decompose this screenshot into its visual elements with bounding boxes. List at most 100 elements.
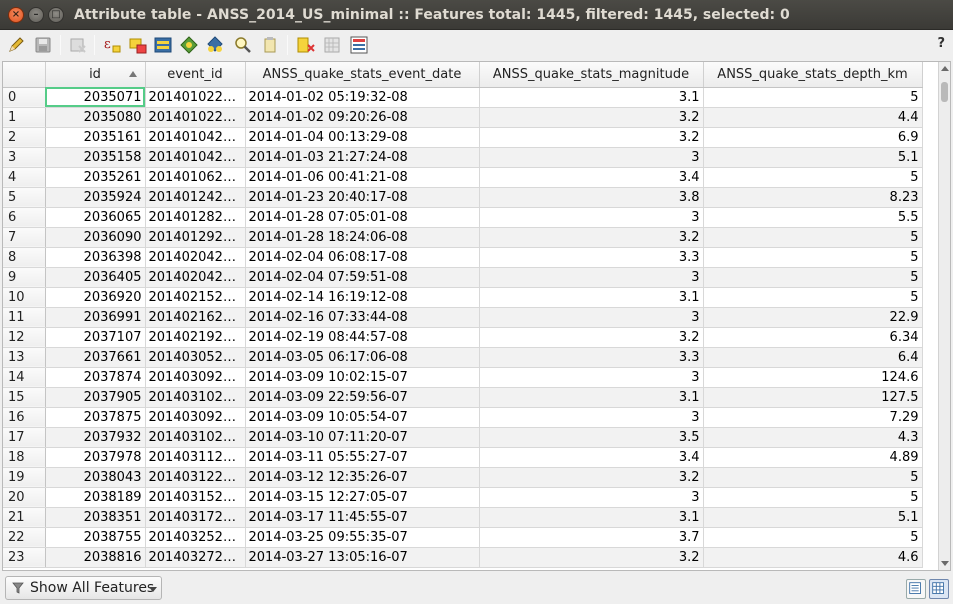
cell-magnitude[interactable]: 3.1 — [479, 87, 704, 108]
cell-depth[interactable]: 5 — [703, 87, 923, 108]
row-header[interactable]: 0 — [3, 87, 46, 108]
cell-event-date[interactable]: 2014-01-04 00:13:29-08 — [245, 127, 480, 148]
cell-event-id[interactable]: 201403152… — [145, 487, 246, 508]
help-button[interactable]: ? — [937, 36, 945, 51]
cell-magnitude[interactable]: 3.1 — [479, 287, 704, 308]
table-row[interactable]: 17 2037932 201403102… 2014-03-10 07:11:20-0… — [3, 427, 923, 448]
cell-magnitude[interactable]: 3.2 — [479, 127, 704, 148]
row-header[interactable]: 5 — [3, 187, 46, 208]
zoom-to-selected-icon[interactable] — [233, 35, 253, 55]
cell-depth[interactable]: 4.89 — [703, 447, 923, 468]
cell-event-id[interactable]: 201403092… — [145, 407, 246, 428]
cell-depth[interactable]: 5 — [703, 267, 923, 288]
delete-column-icon[interactable] — [296, 35, 316, 55]
cell-event-id[interactable]: 201403172… — [145, 507, 246, 528]
save-edits-icon[interactable] — [33, 35, 53, 55]
cell-event-id[interactable]: 201401242… — [145, 187, 246, 208]
table-row[interactable]: 21 2038351 201403172… 2014-03-17 11:45:55-0… — [3, 507, 923, 528]
cell-id[interactable]: 2038816 — [45, 547, 146, 568]
column-header-magnitude[interactable]: ANSS_quake_stats_magnitude — [479, 62, 704, 88]
cell-id[interactable]: 2037874 — [45, 367, 146, 388]
form-view-button[interactable] — [906, 579, 926, 599]
cell-event-id[interactable]: 201403092… — [145, 367, 246, 388]
table-view-button[interactable] — [929, 579, 949, 599]
table-row[interactable]: 22 2038755 201403252… 2014-03-25 09:55:35-0… — [3, 527, 923, 548]
cell-magnitude[interactable]: 3 — [479, 267, 704, 288]
cell-depth[interactable]: 8.23 — [703, 187, 923, 208]
cell-event-date[interactable]: 2014-03-09 22:59:56-07 — [245, 387, 480, 408]
scroll-up-icon[interactable] — [941, 66, 949, 71]
cell-event-id[interactable]: 201403272… — [145, 547, 246, 568]
table-row[interactable]: 5 2035924 201401242… 2014-01-23 20:40:17-08… — [3, 187, 923, 208]
cell-id[interactable]: 2038351 — [45, 507, 146, 528]
scroll-thumb[interactable] — [941, 82, 948, 102]
cell-depth[interactable]: 7.29 — [703, 407, 923, 428]
cell-depth[interactable]: 4.3 — [703, 427, 923, 448]
table-row[interactable]: 1 2035080 201401022… 2014-01-02 09:20:26-08… — [3, 107, 923, 128]
invert-selection-icon[interactable] — [153, 35, 173, 55]
cell-depth[interactable]: 5.5 — [703, 207, 923, 228]
cell-event-date[interactable]: 2014-03-09 10:05:54-07 — [245, 407, 480, 428]
row-header[interactable]: 18 — [3, 447, 46, 468]
table-row[interactable]: 19 2038043 201403122… 2014-03-12 12:35:26-0… — [3, 467, 923, 488]
scroll-down-icon[interactable] — [941, 561, 949, 566]
table-row[interactable]: 11 2036991 201402162… 2014-02-16 07:33:44-0… — [3, 307, 923, 328]
cell-event-date[interactable]: 2014-03-12 12:35:26-07 — [245, 467, 480, 488]
table-row[interactable]: 23 2038816 201403272… 2014-03-27 13:05:16-0… — [3, 547, 923, 568]
table-row[interactable]: 13 2037661 201403052… 2014-03-05 06:17:06-0… — [3, 347, 923, 368]
row-header[interactable]: 2 — [3, 127, 46, 148]
table-row[interactable]: 10 2036920 201402152… 2014-02-14 16:19:12-0… — [3, 287, 923, 308]
cell-event-id[interactable]: 201402042… — [145, 267, 246, 288]
row-header[interactable]: 10 — [3, 287, 46, 308]
cell-magnitude[interactable]: 3.5 — [479, 427, 704, 448]
table-row[interactable]: 2 2035161 201401042… 2014-01-04 00:13:29-08… — [3, 127, 923, 148]
cell-magnitude[interactable]: 3.2 — [479, 327, 704, 348]
row-header[interactable]: 11 — [3, 307, 46, 328]
cell-event-date[interactable]: 2014-01-23 20:40:17-08 — [245, 187, 480, 208]
cell-magnitude[interactable]: 3.4 — [479, 447, 704, 468]
cell-event-date[interactable]: 2014-03-09 10:02:15-07 — [245, 367, 480, 388]
table-row[interactable]: 6 2036065 201401282… 2014-01-28 07:05:01-08… — [3, 207, 923, 228]
cell-event-id[interactable]: 201401282… — [145, 207, 246, 228]
cell-depth[interactable]: 5 — [703, 527, 923, 548]
cell-id[interactable]: 2035071 — [45, 87, 146, 108]
cell-id[interactable]: 2035158 — [45, 147, 146, 168]
table-row[interactable]: 18 2037978 201403112… 2014-03-11 05:55:27-0… — [3, 447, 923, 468]
cell-magnitude[interactable]: 3 — [479, 147, 704, 168]
cell-magnitude[interactable]: 3 — [479, 367, 704, 388]
cell-depth[interactable]: 6.9 — [703, 127, 923, 148]
cell-event-id[interactable]: 201401042… — [145, 147, 246, 168]
cell-magnitude[interactable]: 3.4 — [479, 167, 704, 188]
cell-event-date[interactable]: 2014-03-05 06:17:06-08 — [245, 347, 480, 368]
cell-id[interactable]: 2037978 — [45, 447, 146, 468]
cell-magnitude[interactable]: 3.7 — [479, 527, 704, 548]
cell-depth[interactable]: 5 — [703, 227, 923, 248]
cell-event-date[interactable]: 2014-02-04 06:08:17-08 — [245, 247, 480, 268]
row-header[interactable]: 23 — [3, 547, 46, 568]
cell-magnitude[interactable]: 3.3 — [479, 347, 704, 368]
table-row[interactable]: 12 2037107 201402192… 2014-02-19 08:44:57-0… — [3, 327, 923, 348]
cell-depth[interactable]: 5.1 — [703, 507, 923, 528]
cell-event-id[interactable]: 201401292… — [145, 227, 246, 248]
cell-depth[interactable]: 127.5 — [703, 387, 923, 408]
row-header[interactable]: 17 — [3, 427, 46, 448]
table-row[interactable]: 0 2035071 201401022… 2014-01-02 05:19:32-08… — [3, 87, 923, 108]
vertical-scrollbar[interactable] — [938, 62, 950, 570]
field-calculator-icon[interactable] — [349, 35, 369, 55]
cell-depth[interactable]: 124.6 — [703, 367, 923, 388]
cell-magnitude[interactable]: 3 — [479, 407, 704, 428]
cell-id[interactable]: 2035161 — [45, 127, 146, 148]
cell-depth[interactable]: 4.4 — [703, 107, 923, 128]
cell-magnitude[interactable]: 3 — [479, 307, 704, 328]
cell-id[interactable]: 2035924 — [45, 187, 146, 208]
cell-event-id[interactable]: 201403112… — [145, 447, 246, 468]
cell-magnitude[interactable]: 3.2 — [479, 547, 704, 568]
cell-event-date[interactable]: 2014-02-14 16:19:12-08 — [245, 287, 480, 308]
corner-header[interactable] — [3, 62, 46, 88]
table-row[interactable]: 16 2037875 201403092… 2014-03-09 10:05:54-0… — [3, 407, 923, 428]
cell-id[interactable]: 2037661 — [45, 347, 146, 368]
cell-depth[interactable]: 22.9 — [703, 307, 923, 328]
cell-magnitude[interactable]: 3 — [479, 207, 704, 228]
cell-depth[interactable]: 5 — [703, 467, 923, 488]
row-header[interactable]: 1 — [3, 107, 46, 128]
